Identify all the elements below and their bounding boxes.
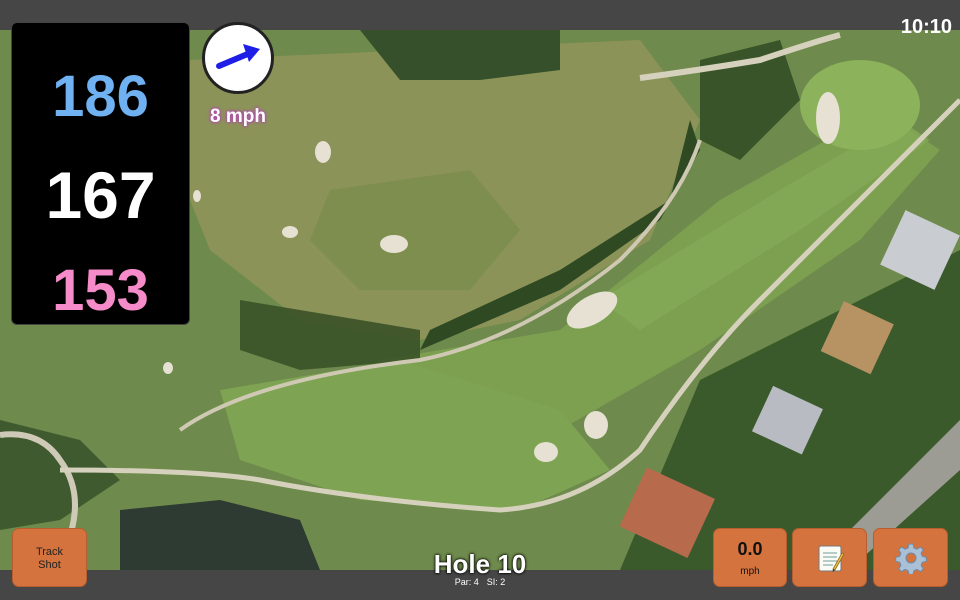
speed-button[interactable]: 0.0 mph xyxy=(713,528,787,587)
distance-back: 186 xyxy=(52,64,149,129)
notes-button[interactable] xyxy=(792,528,867,587)
wind-speed: 8 mph xyxy=(210,106,266,127)
track-shot-label: Track Shot xyxy=(35,546,64,571)
hole-stroke-index: SI: 2 xyxy=(486,577,506,587)
speed-unit: mph xyxy=(740,566,760,577)
gear-icon xyxy=(894,543,927,574)
clock: 10:10 xyxy=(900,16,952,38)
track-shot-button[interactable]: Track Shot xyxy=(12,528,87,587)
settings-button[interactable] xyxy=(873,528,948,587)
hole-info: Par: 4 SI: 2 xyxy=(380,577,580,587)
distance-center: 167 xyxy=(45,158,156,232)
hole-title: Hole 10 xyxy=(433,549,527,579)
wind-direction-indicator xyxy=(202,22,274,94)
hole-par: Par: 4 xyxy=(454,577,479,587)
wind-direction-arrow-icon xyxy=(216,44,260,69)
notepad-icon xyxy=(818,545,845,572)
distance-front: 153 xyxy=(52,258,149,323)
distance-panel: 186 167 153 xyxy=(11,22,190,325)
speed-value: 0.0 xyxy=(737,539,763,559)
